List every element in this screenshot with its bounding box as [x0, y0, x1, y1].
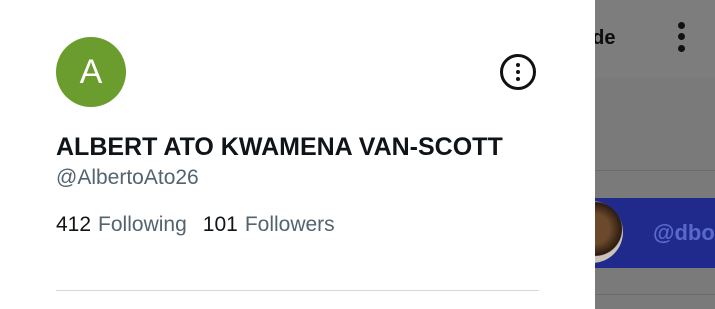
avatar[interactable]: A: [56, 37, 126, 107]
profile-display-name: ALBERT ATO KWAMENA VAN-SCOTT: [56, 133, 503, 161]
profile-stats: 412 Following 101 Followers: [56, 213, 351, 237]
background-overlay[interactable]: ade @dbo: [595, 0, 715, 309]
background-divider-2: [595, 294, 715, 295]
background-upgrade-button[interactable]: ade: [595, 27, 615, 50]
banner-avatar: [595, 201, 623, 263]
followers-count: 101: [202, 213, 238, 236]
banner-handle: @dbo: [653, 220, 715, 245]
followers-link[interactable]: 101 Followers: [203, 213, 335, 237]
following-label: Following: [98, 213, 187, 236]
followers-label: Followers: [244, 213, 335, 236]
kebab-vertical-icon[interactable]: [676, 20, 686, 54]
more-options-button[interactable]: [500, 54, 536, 90]
background-divider: [595, 170, 715, 171]
more-dot-icon: [516, 77, 520, 81]
profile-drawer: A ALBERT ATO KWAMENA VAN-SCOTT @AlbertoA…: [0, 0, 595, 309]
profile-handle: @AlbertoAto26: [56, 166, 199, 189]
more-dot-icon: [516, 70, 520, 74]
drawer-divider: [56, 290, 539, 291]
screen: ade @dbo A ALBERT ATO KWAMENA VAN-SCOTT …: [0, 0, 715, 309]
background-banner[interactable]: @dbo: [595, 198, 715, 268]
following-count: 412: [56, 213, 92, 236]
more-dot-icon: [516, 63, 520, 67]
following-link[interactable]: 412 Following: [56, 213, 187, 237]
